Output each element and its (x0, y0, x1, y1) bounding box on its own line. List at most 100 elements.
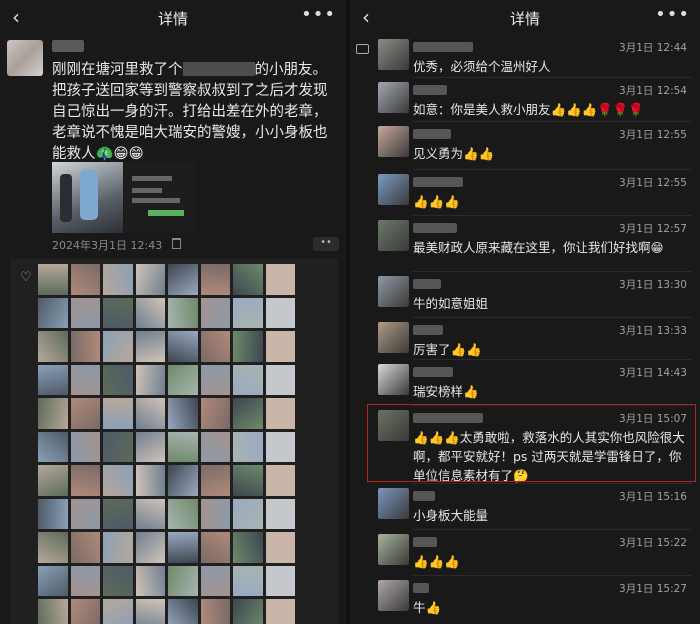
post-photo[interactable] (52, 162, 123, 233)
liker-avatar[interactable] (70, 431, 100, 462)
avatar[interactable] (7, 40, 43, 76)
liker-avatar[interactable] (168, 264, 198, 295)
liker-avatar[interactable] (265, 297, 295, 328)
liker-avatar[interactable] (38, 498, 68, 529)
liker-avatar[interactable] (200, 532, 230, 563)
back-chevron-icon[interactable]: ‹ (12, 6, 20, 28)
liker-avatar[interactable] (103, 565, 133, 596)
post-screenshot[interactable] (124, 162, 195, 233)
liker-avatar[interactable] (265, 398, 295, 429)
liker-avatar[interactable] (168, 599, 198, 624)
liker-avatar[interactable] (200, 498, 230, 529)
liker-avatar[interactable] (70, 532, 100, 563)
liker-avatar[interactable] (265, 331, 295, 362)
liker-avatar[interactable] (135, 331, 165, 362)
liker-avatar[interactable] (233, 498, 263, 529)
avatar[interactable] (378, 174, 409, 205)
liker-avatar[interactable] (103, 297, 133, 328)
liker-avatar[interactable] (168, 398, 198, 429)
avatar[interactable] (378, 82, 409, 113)
commenter-name-blurred[interactable] (413, 129, 451, 139)
liker-avatar[interactable] (103, 264, 133, 295)
avatar[interactable] (378, 580, 409, 611)
avatar[interactable] (378, 322, 409, 353)
avatar[interactable] (378, 364, 409, 395)
avatar[interactable] (378, 534, 409, 565)
liker-avatar[interactable] (200, 331, 230, 362)
liker-avatar[interactable] (200, 431, 230, 462)
avatar[interactable] (378, 126, 409, 157)
liker-avatar[interactable] (200, 465, 230, 496)
liker-avatar[interactable] (233, 398, 263, 429)
liker-avatar[interactable] (103, 398, 133, 429)
liker-avatar[interactable] (38, 264, 68, 295)
more-dots-icon[interactable]: ••• (655, 4, 690, 25)
liker-avatar[interactable] (135, 532, 165, 563)
liker-avatar[interactable] (38, 364, 68, 395)
liker-avatar[interactable] (200, 398, 230, 429)
liker-avatar[interactable] (38, 565, 68, 596)
liker-avatar[interactable] (168, 364, 198, 395)
liker-avatar[interactable] (70, 398, 100, 429)
liker-avatar[interactable] (265, 431, 295, 462)
liker-avatar[interactable] (103, 431, 133, 462)
liker-avatar[interactable] (168, 565, 198, 596)
liker-avatar[interactable] (38, 398, 68, 429)
liker-avatar[interactable] (233, 565, 263, 596)
liker-avatar[interactable] (265, 532, 295, 563)
avatar[interactable] (378, 488, 409, 519)
commenter-name-blurred[interactable] (413, 325, 443, 335)
avatar[interactable] (378, 39, 409, 70)
liker-avatar[interactable] (233, 465, 263, 496)
avatar[interactable] (378, 276, 409, 307)
liker-avatar[interactable] (233, 431, 263, 462)
liker-avatar[interactable] (168, 498, 198, 529)
liker-avatar[interactable] (38, 431, 68, 462)
liker-avatar[interactable] (233, 264, 263, 295)
liker-avatar[interactable] (135, 599, 165, 624)
liker-avatar[interactable] (135, 498, 165, 529)
liker-avatar[interactable] (103, 599, 133, 624)
liker-avatar[interactable] (70, 599, 100, 624)
liker-avatar[interactable] (168, 532, 198, 563)
liker-avatar[interactable] (265, 264, 295, 295)
liker-avatar[interactable] (135, 264, 165, 295)
liker-avatar[interactable] (233, 599, 263, 624)
liker-avatar[interactable] (233, 364, 263, 395)
liker-avatar[interactable] (135, 398, 165, 429)
liker-avatar[interactable] (233, 331, 263, 362)
liker-avatar[interactable] (168, 297, 198, 328)
commenter-name-blurred[interactable] (413, 583, 429, 593)
liker-avatar[interactable] (200, 297, 230, 328)
more-dots-icon[interactable]: ••• (301, 4, 336, 25)
liker-avatar[interactable] (38, 331, 68, 362)
liker-avatar[interactable] (70, 297, 100, 328)
commenter-name-blurred[interactable] (413, 223, 457, 233)
liker-avatar[interactable] (135, 565, 165, 596)
author-name-blurred[interactable] (52, 40, 84, 52)
liker-avatar[interactable] (265, 599, 295, 624)
commenter-name-blurred[interactable] (413, 85, 447, 95)
commenter-name-blurred[interactable] (413, 537, 437, 547)
liker-avatar[interactable] (103, 331, 133, 362)
commenter-name-blurred[interactable] (413, 279, 441, 289)
liker-avatar[interactable] (168, 465, 198, 496)
liker-avatar[interactable] (168, 431, 198, 462)
liker-avatar[interactable] (233, 297, 263, 328)
liker-avatar[interactable] (200, 264, 230, 295)
liker-avatar[interactable] (70, 498, 100, 529)
liker-avatar[interactable] (103, 498, 133, 529)
liker-avatar[interactable] (200, 565, 230, 596)
like-comment-button[interactable]: •• (313, 237, 339, 251)
liker-avatar[interactable] (38, 599, 68, 624)
liker-avatar[interactable] (103, 532, 133, 563)
liker-avatar[interactable] (135, 465, 165, 496)
liker-avatar[interactable] (135, 431, 165, 462)
liker-avatar[interactable] (70, 264, 100, 295)
commenter-name-blurred[interactable] (413, 367, 453, 377)
liker-avatar[interactable] (265, 565, 295, 596)
delete-icon[interactable] (172, 238, 181, 249)
liker-avatar[interactable] (265, 364, 295, 395)
liker-avatar[interactable] (38, 297, 68, 328)
liker-avatar[interactable] (265, 465, 295, 496)
